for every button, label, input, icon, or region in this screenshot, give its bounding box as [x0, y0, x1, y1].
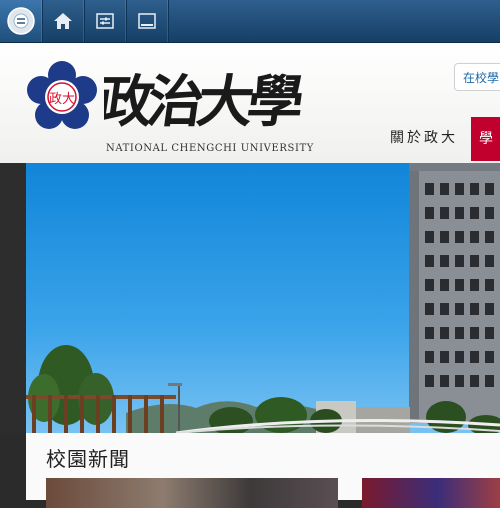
- university-emblem-icon[interactable]: 政大: [26, 61, 98, 133]
- hero-banner-image[interactable]: [26, 163, 500, 433]
- site-header: 政大 政治大學 NATIONAL CHENGCHI UNIVERSITY 在校學…: [0, 43, 500, 163]
- university-calligraphy-logo[interactable]: 政治大學: [104, 57, 304, 139]
- settings-sliders-icon: [96, 13, 114, 29]
- ncu-logo-button[interactable]: [0, 0, 43, 42]
- home-button[interactable]: [42, 0, 85, 42]
- nav-item-highlight[interactable]: 學: [471, 117, 500, 161]
- top-toolbar: [0, 0, 500, 43]
- window-icon: [138, 13, 156, 29]
- university-name-en: NATIONAL CHENGCHI UNIVERSITY: [106, 143, 314, 154]
- nav-item-about[interactable]: 關於政大: [390, 127, 458, 147]
- home-icon: [54, 13, 72, 29]
- ncu-logo-icon: [7, 7, 35, 35]
- news-thumbnail[interactable]: [46, 478, 338, 508]
- news-thumbnail[interactable]: [362, 478, 500, 508]
- emblem-text: 政大: [49, 92, 75, 107]
- logo-calligraphy-text: 政治大學: [104, 69, 304, 135]
- news-section-title: 校園新聞: [46, 447, 130, 471]
- campus-news-section: 校園新聞: [26, 433, 500, 508]
- site-search-input[interactable]: 在校學: [454, 63, 500, 91]
- window-button[interactable]: [126, 0, 169, 42]
- left-dark-strip: [0, 163, 26, 433]
- settings-button[interactable]: [84, 0, 127, 42]
